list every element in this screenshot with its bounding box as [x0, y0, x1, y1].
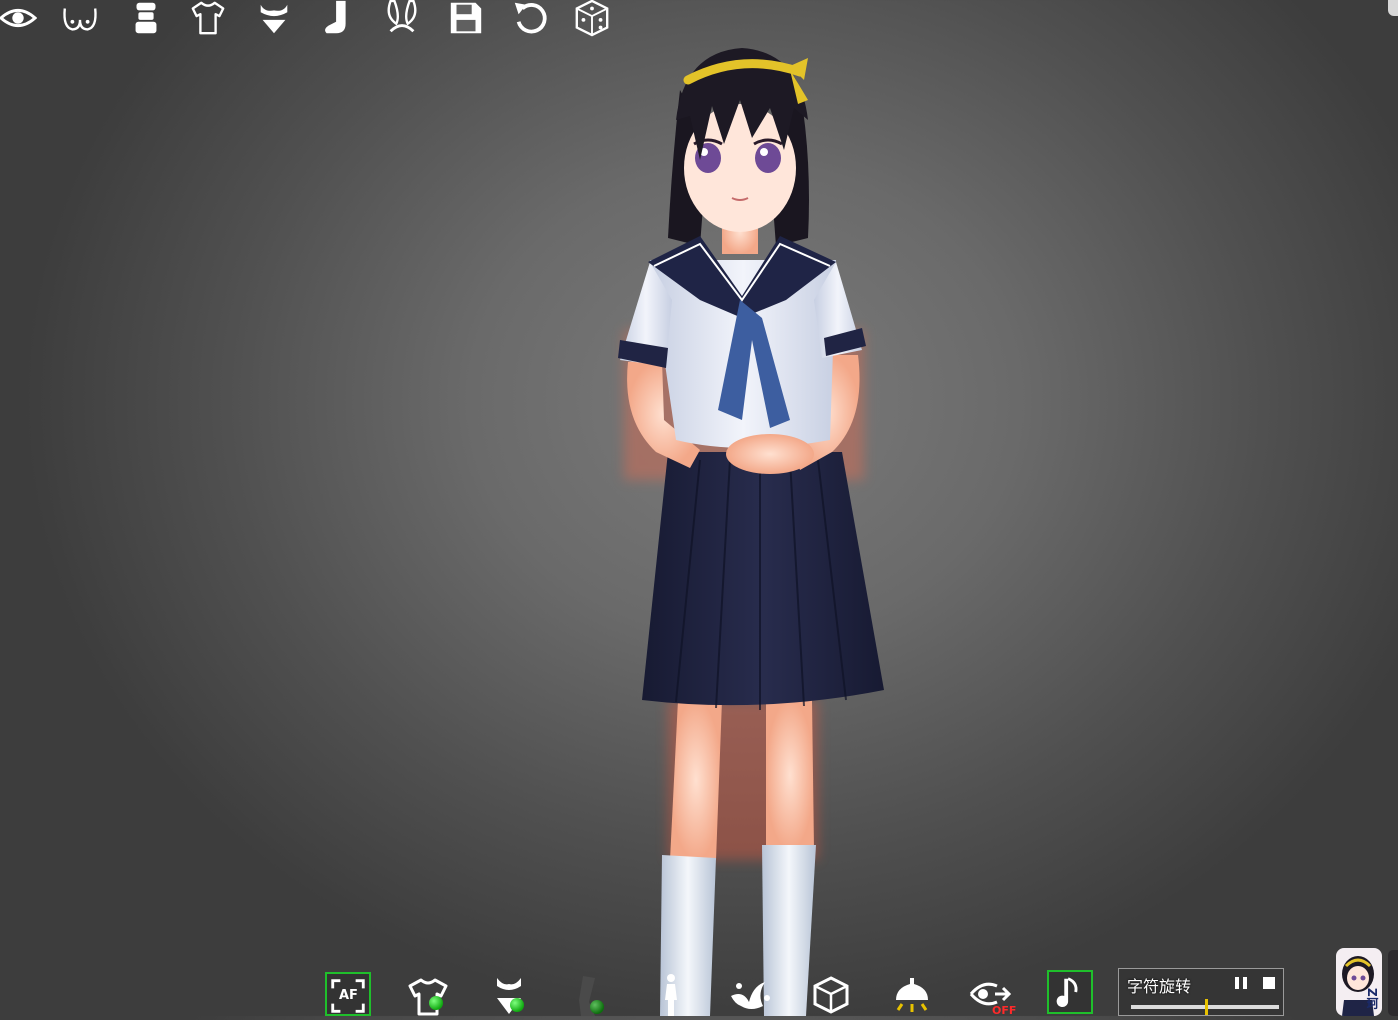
- pause-button[interactable]: [1235, 977, 1249, 989]
- sock-icon[interactable]: [316, 0, 360, 38]
- autofocus-label: AF: [339, 988, 358, 1003]
- pose-button[interactable]: [648, 972, 694, 1016]
- stop-button[interactable]: [1263, 977, 1275, 989]
- avatar-badge: Z珂: [1365, 988, 1379, 1009]
- person-standing-icon: [665, 974, 677, 1016]
- status-indicator: [429, 996, 443, 1010]
- music-note-icon: [1056, 977, 1078, 1008]
- off-label: OFF: [992, 1004, 1017, 1017]
- second-avatar[interactable]: [1388, 950, 1398, 1016]
- music-player-panel: 字符旋转: [1118, 968, 1284, 1016]
- corner-handle[interactable]: [1388, 0, 1398, 16]
- lamp-button[interactable]: [889, 972, 935, 1016]
- cube-icon: [813, 976, 849, 1014]
- progress-handle[interactable]: [1205, 999, 1208, 1015]
- character-avatar[interactable]: Z珂: [1336, 948, 1382, 1016]
- clothes-toggle-button[interactable]: [405, 972, 451, 1016]
- shirt-icon[interactable]: [186, 0, 230, 38]
- status-indicator: [510, 998, 524, 1012]
- bunny-ears-icon[interactable]: [380, 0, 424, 38]
- progress-slider[interactable]: [1131, 999, 1279, 1015]
- song-title: 字符旋转: [1127, 977, 1192, 996]
- lamp-icon: [896, 978, 928, 1012]
- music-button[interactable]: [1047, 970, 1093, 1014]
- character-figure[interactable]: [0, 0, 1398, 1016]
- splash-effect-button[interactable]: [728, 972, 774, 1016]
- head-bust-icon[interactable]: [124, 0, 168, 38]
- dice-icon[interactable]: [570, 0, 614, 38]
- autofocus-button[interactable]: AF: [325, 972, 371, 1016]
- undo-icon[interactable]: [508, 0, 552, 38]
- leg-toggle-button[interactable]: [566, 972, 612, 1016]
- underwear-toggle-button[interactable]: [486, 972, 532, 1016]
- bra-panties-icon[interactable]: [252, 0, 296, 38]
- splash-icon: [731, 982, 770, 1009]
- character-viewport[interactable]: [0, 0, 1398, 1016]
- eye-icon[interactable]: [0, 0, 40, 38]
- save-icon[interactable]: [444, 0, 488, 38]
- shirt-toggle-icon: [408, 978, 448, 1016]
- leg-icon: [579, 976, 595, 1016]
- chest-icon[interactable]: [58, 0, 102, 38]
- room-cube-button[interactable]: [808, 972, 854, 1016]
- status-indicator: [590, 1000, 604, 1014]
- view-hide-button[interactable]: OFF: [968, 972, 1017, 1017]
- underwear-icon: [497, 978, 521, 1014]
